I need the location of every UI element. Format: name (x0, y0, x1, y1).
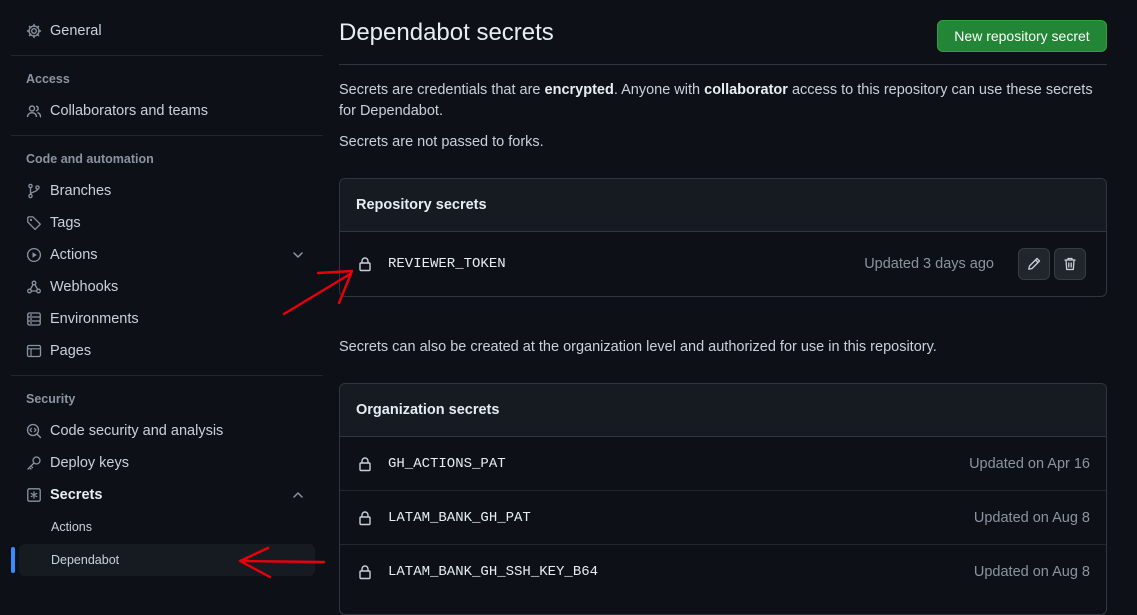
sidebar-item-label: Collaborators and teams (50, 103, 208, 119)
sidebar-subitem-dependabot-secrets[interactable]: Dependabot (19, 544, 315, 576)
sidebar-item-actions[interactable]: Actions (11, 239, 315, 271)
webhook-icon (27, 280, 41, 294)
sidebar-item-label: Pages (50, 343, 92, 359)
org-secret-row: GH_ACTIONS_PAT Updated on Apr 16 (340, 437, 1106, 491)
sidebar-item-label: General (50, 23, 102, 39)
repository-secrets-header: Repository secrets (340, 179, 1106, 232)
secret-name: GH_ACTIONS_PAT (388, 455, 506, 472)
lock-icon (359, 565, 371, 580)
secret-updated: Updated on Apr 16 (969, 455, 1090, 472)
secret-updated: Updated on Aug 8 (973, 509, 1090, 526)
sidebar-item-label: Actions (50, 247, 98, 263)
org-note: Secrets can also be created at the organ… (339, 339, 937, 355)
asterisk-box-icon (27, 488, 41, 502)
org-secret-row: LATAM_BANK_GH_PAT Updated on Aug 8 (340, 491, 1106, 545)
chevron-up-icon[interactable] (291, 488, 305, 502)
org-secret-row: LATAM_BANK_GH_SSH_KEY_B64 Updated on Aug… (340, 545, 1106, 599)
trash-icon (1064, 257, 1076, 271)
intro-text: Secrets are credentials that are encrypt… (339, 82, 1093, 119)
main-content: Dependabot secrets New repository secret… (339, 0, 1107, 615)
key-icon (27, 456, 41, 470)
secret-updated: Updated 3 days ago (864, 256, 994, 272)
sidebar-item-webhooks[interactable]: Webhooks (11, 271, 315, 303)
sidebar-item-tags[interactable]: Tags (11, 207, 315, 239)
sidebar-item-label: Secrets (50, 487, 103, 503)
new-repository-secret-button[interactable]: New repository secret (937, 20, 1107, 52)
sidebar-divider (11, 55, 323, 56)
settings-sidebar: General Access Collaborators and teams C… (11, 0, 323, 596)
play-icon (26, 247, 42, 263)
page-title: Dependabot secrets (339, 19, 554, 46)
codescan-icon (26, 423, 42, 439)
sidebar-item-label: Tags (50, 215, 81, 231)
lock-icon (359, 456, 371, 471)
sidebar-item-environments[interactable]: Environments (11, 303, 315, 335)
sidebar-item-code-security[interactable]: Code security and analysis (11, 415, 315, 447)
lock-icon (359, 510, 371, 525)
section-title-access: Access (26, 72, 70, 86)
sidebar-item-pages[interactable]: Pages (11, 335, 315, 367)
secret-name: REVIEWER_TOKEN (388, 256, 506, 272)
sidebar-item-label: Webhooks (50, 279, 119, 295)
organization-secrets-box: Organization secrets GH_ACTIONS_PAT Upda… (339, 383, 1107, 615)
tag-icon (27, 216, 41, 231)
section-title-code-automation: Code and automation (26, 152, 154, 166)
secret-name: LATAM_BANK_GH_PAT (388, 509, 531, 526)
chevron-down-icon[interactable] (291, 248, 305, 262)
delete-secret-button[interactable] (1054, 248, 1086, 280)
edit-secret-button[interactable] (1018, 248, 1050, 280)
people-icon (26, 105, 42, 118)
secret-name: LATAM_BANK_GH_SSH_KEY_B64 (388, 564, 599, 580)
sidebar-item-branches[interactable]: Branches (11, 175, 315, 207)
organization-secrets-header: Organization secrets (340, 384, 1106, 437)
sidebar-item-label: Code security and analysis (50, 423, 224, 439)
title-divider (339, 64, 1107, 65)
pencil-icon (1028, 257, 1041, 270)
sidebar-item-collaborators[interactable]: Collaborators and teams (11, 95, 315, 127)
sidebar-item-secrets[interactable]: Secrets (11, 479, 315, 511)
browser-icon (26, 344, 42, 358)
secret-row: REVIEWER_TOKEN Updated 3 days ago (340, 232, 1106, 296)
server-icon (27, 312, 41, 326)
branch-icon (28, 183, 40, 199)
lock-icon (359, 257, 371, 272)
repository-secrets-box: Repository secrets REVIEWER_TOKEN Update… (339, 178, 1107, 297)
forks-note: Secrets are not passed to forks. (339, 134, 544, 150)
gear-icon (26, 23, 42, 39)
active-indicator (11, 547, 15, 573)
secret-updated: Updated on Aug 8 (973, 564, 1090, 580)
sidebar-item-deploy-keys[interactable]: Deploy keys (11, 447, 315, 479)
sidebar-item-label: Branches (50, 183, 112, 199)
sidebar-item-label: Environments (50, 311, 139, 327)
sidebar-divider (11, 135, 323, 136)
sidebar-subitem-actions-secrets[interactable]: Actions (19, 511, 315, 543)
section-title-security: Security (26, 392, 76, 406)
sidebar-divider (11, 375, 323, 376)
sidebar-item-label: Deploy keys (50, 455, 129, 471)
sidebar-item-general[interactable]: General (11, 15, 315, 47)
